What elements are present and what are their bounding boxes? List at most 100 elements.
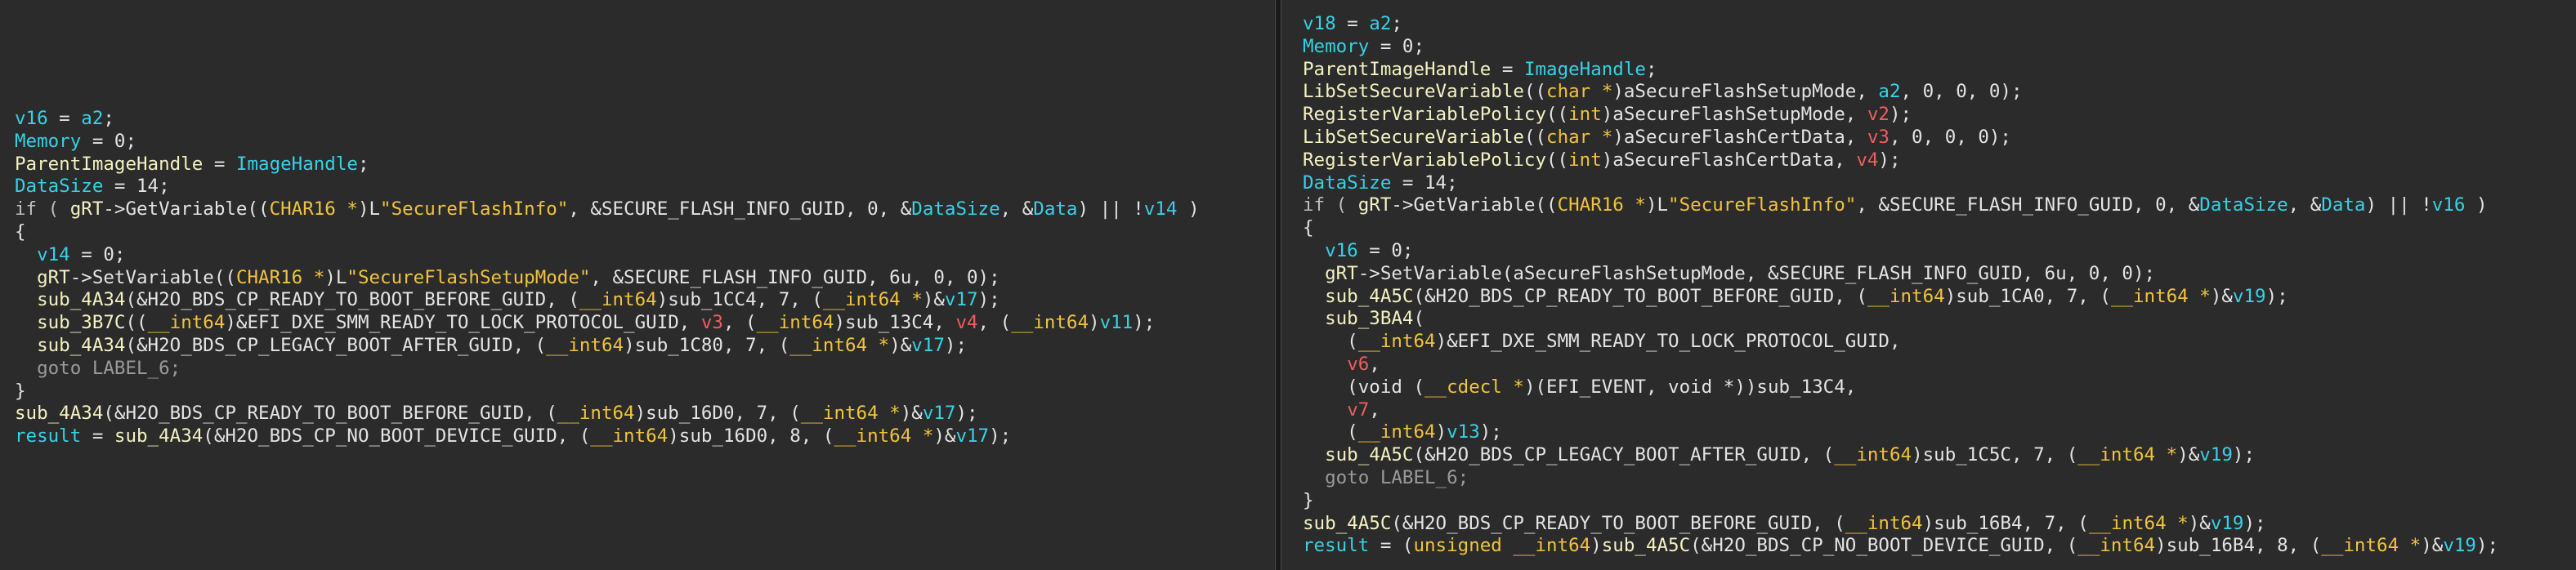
- code-token: =: [1335, 13, 1370, 34]
- code-token: a2: [81, 108, 104, 129]
- code-line: goto LABEL_6;: [1303, 467, 2498, 490]
- code-token: (void (: [1303, 376, 1425, 398]
- code-line: ParentImageHandle = ImageHandle;: [1303, 59, 2498, 82]
- code-token: char *: [1546, 81, 1613, 103]
- code-token: = 0;: [1369, 35, 1425, 57]
- code-line: sub_4A5C(&H2O_BDS_CP_LEGACY_BOOT_AFTER_G…: [1303, 444, 2498, 467]
- code-line: DataSize = 14;: [1303, 172, 2498, 195]
- code-token: ->GetVariable((: [1391, 194, 1558, 216]
- right-code-listing: v18 = a2; Memory = 0; ParentImageHandle = …: [1303, 13, 2498, 558]
- code-token: =: [81, 425, 114, 448]
- code-line: sub_4A34(&H2O_BDS_CP_LEGACY_BOOT_AFTER_G…: [15, 335, 1200, 358]
- code-token: }: [1303, 489, 1314, 511]
- code-line: v7,: [1303, 399, 2498, 422]
- code-token: (&H2O_BDS_CP_READY_TO_BOOT_BEFORE_GUID, …: [1391, 512, 1845, 534]
- code-line: result = sub_4A34(&H2O_BDS_CP_NO_BOOT_DE…: [15, 425, 1200, 448]
- code-token: CHAR16 *: [1557, 194, 1646, 216]
- code-token: ImageHandle: [235, 153, 358, 175]
- code-token: v3: [700, 312, 723, 334]
- pane-divider[interactable]: [1275, 0, 1281, 570]
- code-token: );: [989, 425, 1012, 448]
- code-token: ,: [1369, 399, 1380, 421]
- code-token: result: [15, 425, 82, 448]
- code-line: result = (unsigned __int64)sub_4A5C(&H2O…: [1303, 535, 2498, 558]
- code-token: ): [1177, 198, 1200, 220]
- code-token: ): [1089, 312, 1100, 334]
- code-token: ((: [1523, 126, 1547, 148]
- code-token: v17: [944, 289, 978, 311]
- code-token: DataSize: [911, 198, 1000, 220]
- code-token: __int64 *: [2088, 512, 2189, 534]
- code-line: {: [1303, 217, 2498, 240]
- code-token: , 0, 0, 0);: [1900, 81, 2023, 103]
- code-line: ParentImageHandle = ImageHandle;: [15, 154, 1200, 176]
- code-token: ): [1590, 535, 1602, 557]
- code-token: {: [15, 220, 26, 243]
- code-token: sub_4A34: [15, 403, 104, 425]
- code-token: );: [955, 403, 978, 425]
- code-token: ImageHandle: [1523, 58, 1646, 80]
- left-code-listing: v16 = a2; Memory = 0; ParentImageHandle = …: [15, 108, 1200, 448]
- code-token: LibSetSecureVariable: [1303, 126, 1524, 148]
- left-code-pane[interactable]: v16 = a2; Memory = 0; ParentImageHandle = …: [0, 0, 1275, 570]
- code-line: sub_4A5C(&H2O_BDS_CP_READY_TO_BOOT_BEFOR…: [1303, 513, 2498, 536]
- code-token: Data: [1033, 198, 1078, 220]
- code-token: )sub_16D0, 8, (: [668, 425, 834, 448]
- code-token: goto LABEL_6;: [15, 357, 181, 379]
- code-token: (&H2O_BDS_CP_READY_TO_BOOT_BEFORE_GUID, …: [1413, 285, 1867, 307]
- code-token: , &SECURE_FLASH_INFO_GUID, 0, &: [568, 198, 912, 220]
- code-token: ;: [1391, 13, 1402, 34]
- code-token: sub_4A5C: [1325, 285, 1414, 307]
- code-token: v14: [37, 243, 70, 265]
- code-token: (&H2O_BDS_CP_LEGACY_BOOT_AFTER_GUID, (: [1413, 444, 1835, 466]
- code-token: , &: [1000, 198, 1034, 220]
- code-token: ;: [357, 153, 369, 175]
- code-token: v18: [1303, 13, 1336, 34]
- code-token: __int64 *: [2110, 285, 2211, 307]
- code-token: , &: [2288, 194, 2322, 216]
- code-token: )L: [1645, 194, 1669, 216]
- code-token: );: [944, 334, 968, 356]
- code-token: sub_4A34: [37, 289, 126, 311]
- code-line: Memory = 0;: [1303, 36, 2498, 59]
- code-token: DataSize: [1303, 171, 1392, 194]
- code-token: = 14;: [1391, 171, 1458, 194]
- code-token: )L: [324, 266, 347, 288]
- code-token: __int64: [1357, 421, 1436, 443]
- right-code-pane[interactable]: v18 = a2; Memory = 0; ParentImageHandle = …: [1281, 0, 2576, 570]
- code-token: )&: [2188, 512, 2211, 534]
- code-token: }: [15, 380, 26, 402]
- code-token: sub_4A5C: [1601, 535, 1691, 557]
- code-token: = 14;: [103, 176, 170, 198]
- code-token: = 0;: [81, 130, 137, 152]
- code-token: )&: [889, 334, 912, 356]
- code-token: v19: [2232, 285, 2266, 307]
- code-line: v18 = a2;: [1303, 13, 2498, 36]
- code-token: , 0, 0, 0);: [1889, 126, 2011, 148]
- code-token: "SecureFlashSetupMode": [347, 266, 591, 288]
- code-line: Memory = 0;: [15, 131, 1200, 154]
- code-token: __int64: [1834, 444, 1912, 466]
- code-token: (: [1413, 308, 1425, 330]
- code-token: __int64 *: [2321, 535, 2422, 557]
- code-token: a2: [1878, 81, 1901, 103]
- code-token: v6: [1347, 353, 1370, 375]
- code-token: CHAR16 *: [235, 266, 325, 288]
- code-token: ): [1435, 421, 1447, 443]
- code-token: )sub_16D0, 7, (: [634, 403, 801, 425]
- code-line: LibSetSecureVariable((char *)aSecureFlas…: [1303, 81, 2498, 104]
- code-token: , (: [722, 312, 757, 334]
- code-line: }: [15, 381, 1200, 403]
- code-token: v7: [1347, 399, 1370, 421]
- code-token: if (: [1303, 194, 1358, 216]
- code-token: , &SECURE_FLASH_INFO_GUID, 0, &: [1856, 194, 2200, 216]
- code-token: sub_4A34: [37, 334, 126, 356]
- code-token: ,: [1369, 353, 1380, 375]
- code-token: __int64: [590, 425, 669, 448]
- code-token: v19: [2443, 535, 2476, 557]
- code-token: v13: [1447, 421, 1480, 443]
- code-token: );: [977, 289, 1000, 311]
